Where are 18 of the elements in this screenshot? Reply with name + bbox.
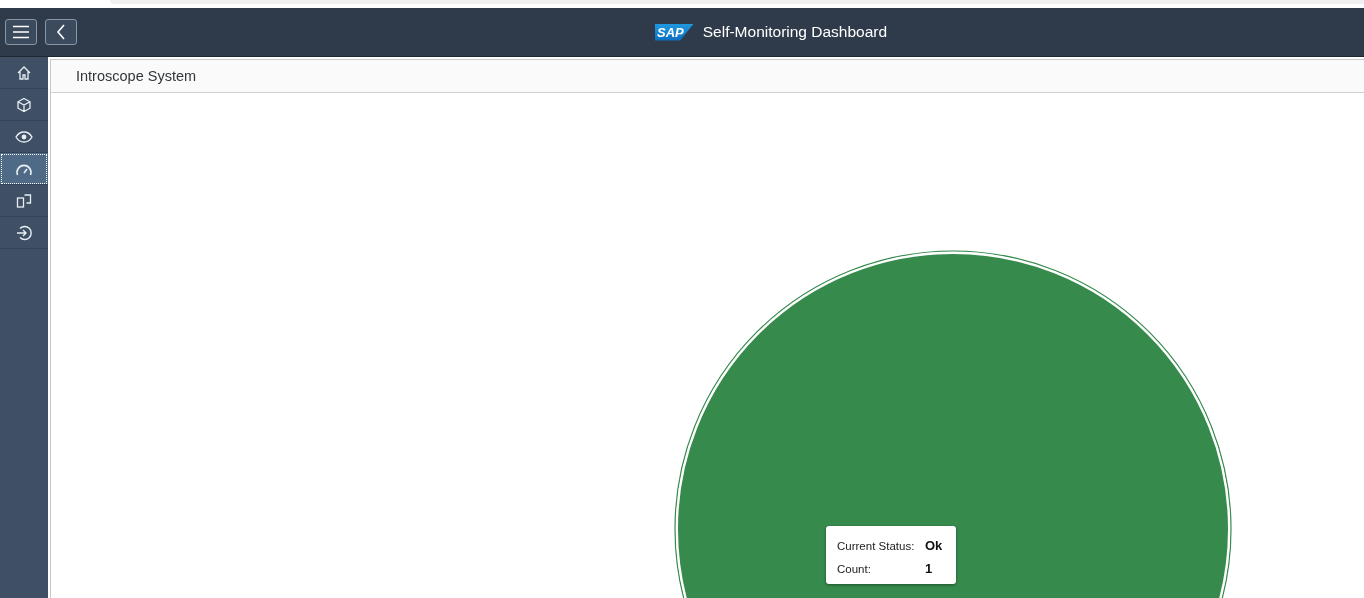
eye-icon [15, 130, 33, 143]
back-icon [56, 24, 66, 40]
logo: SAP [655, 23, 694, 41]
devices-icon [16, 192, 32, 209]
tooltip-value: Ok [925, 538, 943, 553]
back-button[interactable] [45, 19, 77, 45]
tooltip-label: Count: [837, 562, 872, 575]
home-icon [16, 64, 32, 81]
pie-chart[interactable] [674, 250, 1232, 598]
app-title: Self-Monitoring Dashboard [702, 23, 888, 41]
tooltip-label: Current Status: [837, 539, 916, 552]
menu-button[interactable] [5, 19, 37, 45]
tooltip-value: 1 [925, 561, 933, 576]
exit-icon [16, 224, 32, 241]
sidebar-item[interactable] [0, 153, 48, 185]
menu-icon [12, 25, 30, 39]
page-title: Introscope System [76, 68, 197, 84]
cube-icon [16, 96, 32, 113]
